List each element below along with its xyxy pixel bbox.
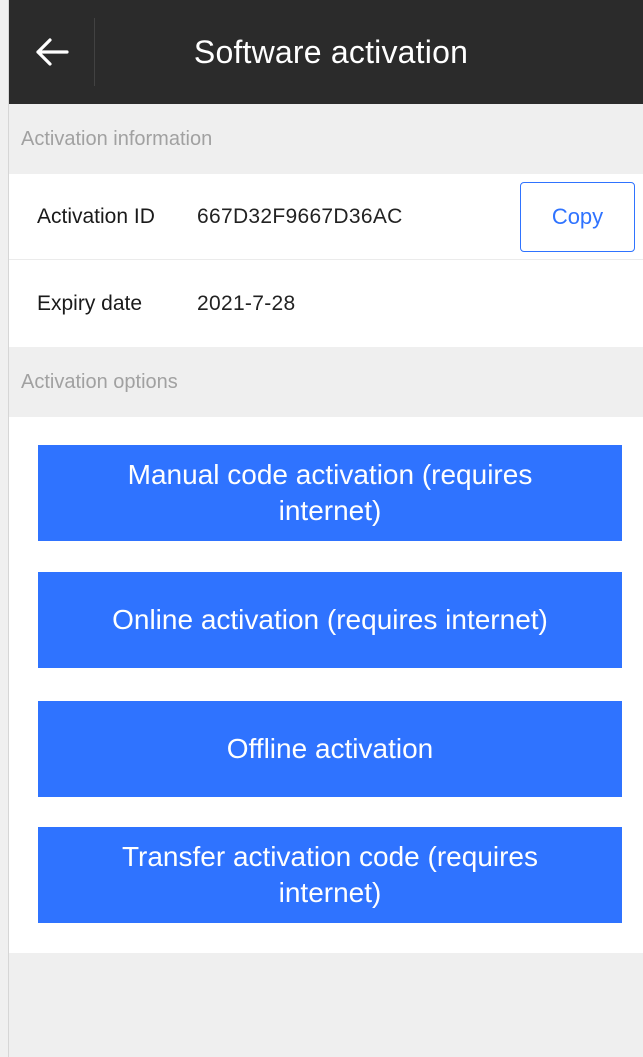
online-activation-button[interactable]: Online activation (requires internet) — [38, 572, 622, 668]
top-app-bar: Software activation — [9, 0, 643, 104]
copy-button[interactable]: Copy — [520, 182, 635, 252]
manual-code-activation-button[interactable]: Manual code activation (requires interne… — [38, 445, 622, 541]
back-button[interactable] — [9, 0, 95, 104]
activation-options-card: Manual code activation (requires interne… — [9, 417, 643, 953]
expiry-date-value: 2021-7-28 — [197, 292, 296, 315]
activation-info-card: Activation ID 667D32F9667D36AC Copy Expi… — [9, 174, 643, 347]
transfer-activation-code-button[interactable]: Transfer activation code (requires inter… — [38, 827, 622, 923]
activation-information-header: Activation information — [9, 104, 643, 174]
expiry-date-label: Expiry date — [37, 292, 143, 315]
app-frame: Software activation Activation informati… — [8, 0, 643, 1057]
activation-id-row: Activation ID 667D32F9667D36AC Copy — [9, 174, 643, 260]
offline-activation-button[interactable]: Offline activation — [38, 701, 622, 797]
back-arrow-icon — [36, 38, 69, 66]
activation-id-label: Activation ID — [37, 204, 155, 228]
activation-options-header: Activation options — [9, 347, 643, 417]
expiry-date-row: Expiry date 2021-7-28 — [9, 261, 643, 347]
page-title: Software activation — [193, 33, 469, 70]
